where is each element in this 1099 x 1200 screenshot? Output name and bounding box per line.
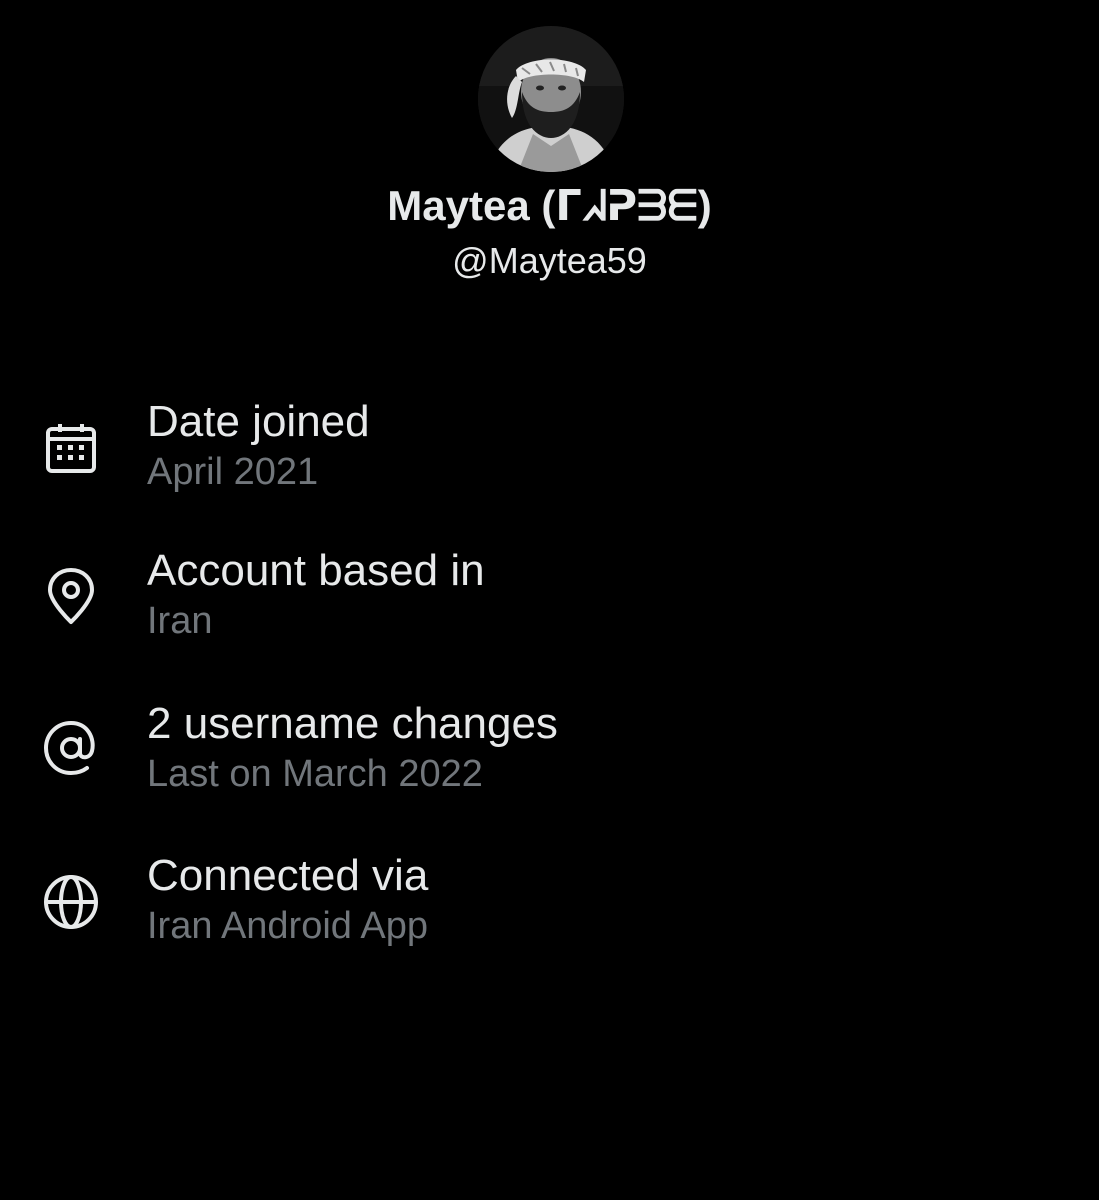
avatar-image xyxy=(478,26,624,172)
display-name: Maytea (ᒥᖽᕈᗱᗴ) xyxy=(387,182,712,229)
info-row-connected-via: Connected via Iran Android App xyxy=(0,849,1099,969)
calendar-icon xyxy=(40,419,102,481)
avatar[interactable] xyxy=(478,26,624,172)
info-title: Account based in xyxy=(147,546,485,595)
info-value: April 2021 xyxy=(147,451,319,493)
info-row-date-joined: Date joined April 2021 xyxy=(0,395,1099,515)
info-title: Date joined xyxy=(147,397,370,446)
at-sign-icon xyxy=(40,717,102,779)
info-value: Iran Android App xyxy=(147,905,428,947)
info-row-account-based-in: Account based in Iran xyxy=(0,544,1099,664)
info-title: Connected via xyxy=(147,851,429,900)
info-value: Last on March 2022 xyxy=(147,753,483,795)
info-value: Iran xyxy=(147,600,213,642)
username-handle: @Maytea59 xyxy=(452,240,647,281)
location-pin-icon xyxy=(40,566,102,628)
globe-icon xyxy=(40,871,102,933)
info-title: 2 username changes xyxy=(147,699,558,748)
info-row-username-changes: 2 username changes Last on March 2022 xyxy=(0,697,1099,817)
